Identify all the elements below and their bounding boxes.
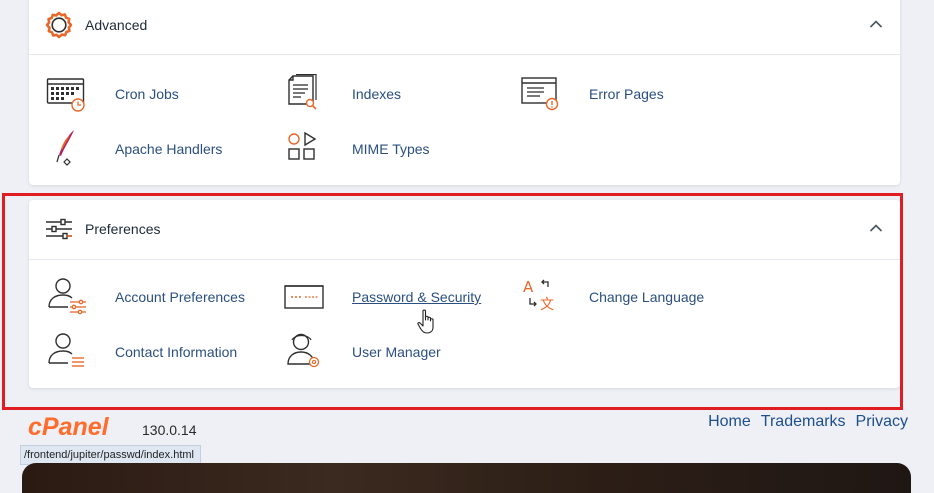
footer-link-privacy[interactable]: Privacy bbox=[856, 413, 908, 431]
svg-text:文: 文 bbox=[540, 297, 554, 313]
apache-handlers-label: Apache Handlers bbox=[115, 141, 223, 157]
account-preferences-icon bbox=[48, 278, 86, 315]
cron-jobs-label: Cron Jobs bbox=[115, 86, 179, 102]
change-language-label: Change Language bbox=[589, 289, 705, 305]
preferences-panel-title: Preferences bbox=[85, 221, 161, 237]
footer-link-home[interactable]: Home bbox=[708, 413, 751, 431]
apache-handlers-link[interactable]: Apache Handlers bbox=[46, 129, 222, 169]
svg-text:A: A bbox=[523, 278, 534, 296]
contact-information-label: Contact Information bbox=[115, 344, 238, 360]
gear-icon bbox=[45, 11, 73, 39]
indexes-icon bbox=[288, 74, 317, 110]
user-manager-label: User Manager bbox=[352, 344, 441, 360]
background-image-strip bbox=[22, 463, 911, 493]
user-manager-link[interactable]: User Manager bbox=[283, 332, 441, 372]
error-pages-link[interactable]: Error Pages bbox=[520, 74, 664, 114]
password-security-label: Password & Security bbox=[352, 289, 482, 305]
account-preferences-label: Account Preferences bbox=[115, 289, 245, 305]
change-language-link[interactable]: A 文 Change Language bbox=[520, 277, 704, 317]
version-text: 130.0.14 bbox=[142, 422, 197, 438]
advanced-panel: Advanced Cron Jobs Indexes Error Pages A… bbox=[29, 0, 900, 185]
preferences-panel: Preferences Account Preferences Password… bbox=[29, 200, 900, 388]
password-security-icon bbox=[284, 285, 324, 309]
hand-cursor-icon bbox=[417, 309, 434, 334]
sliders-icon bbox=[46, 218, 72, 240]
password-security-link[interactable]: Password & Security bbox=[283, 277, 481, 317]
contact-information-icon bbox=[48, 333, 84, 367]
cpanel-logo[interactable]: cPanel bbox=[28, 413, 140, 441]
footer-link-trademarks[interactable]: Trademarks bbox=[761, 413, 846, 431]
apache-handlers-icon bbox=[56, 130, 74, 166]
change-language-icon: A 文 bbox=[523, 278, 554, 313]
mime-types-icon bbox=[288, 131, 317, 160]
chevron-up-icon[interactable] bbox=[869, 223, 883, 233]
svg-text:cPanel: cPanel bbox=[28, 413, 110, 441]
cron-jobs-icon bbox=[46, 78, 85, 112]
mime-types-label: MIME Types bbox=[352, 141, 430, 157]
contact-information-link[interactable]: Contact Information bbox=[46, 332, 237, 372]
error-pages-label: Error Pages bbox=[589, 86, 664, 102]
mime-types-link[interactable]: MIME Types bbox=[283, 129, 430, 169]
preferences-panel-header[interactable]: Preferences bbox=[29, 200, 900, 260]
cron-jobs-link[interactable]: Cron Jobs bbox=[46, 74, 179, 114]
chevron-up-icon[interactable] bbox=[869, 19, 883, 29]
indexes-link[interactable]: Indexes bbox=[283, 74, 401, 114]
advanced-panel-header[interactable]: Advanced bbox=[29, 0, 900, 55]
status-bar-url: /frontend/jupiter/passwd/index.html bbox=[20, 445, 201, 465]
indexes-label: Indexes bbox=[352, 86, 402, 102]
advanced-panel-title: Advanced bbox=[85, 17, 148, 33]
account-preferences-link[interactable]: Account Preferences bbox=[46, 277, 245, 317]
footer-links: Home Trademarks Privacy bbox=[708, 413, 908, 431]
error-pages-icon bbox=[521, 77, 559, 111]
user-manager-icon bbox=[287, 333, 320, 368]
